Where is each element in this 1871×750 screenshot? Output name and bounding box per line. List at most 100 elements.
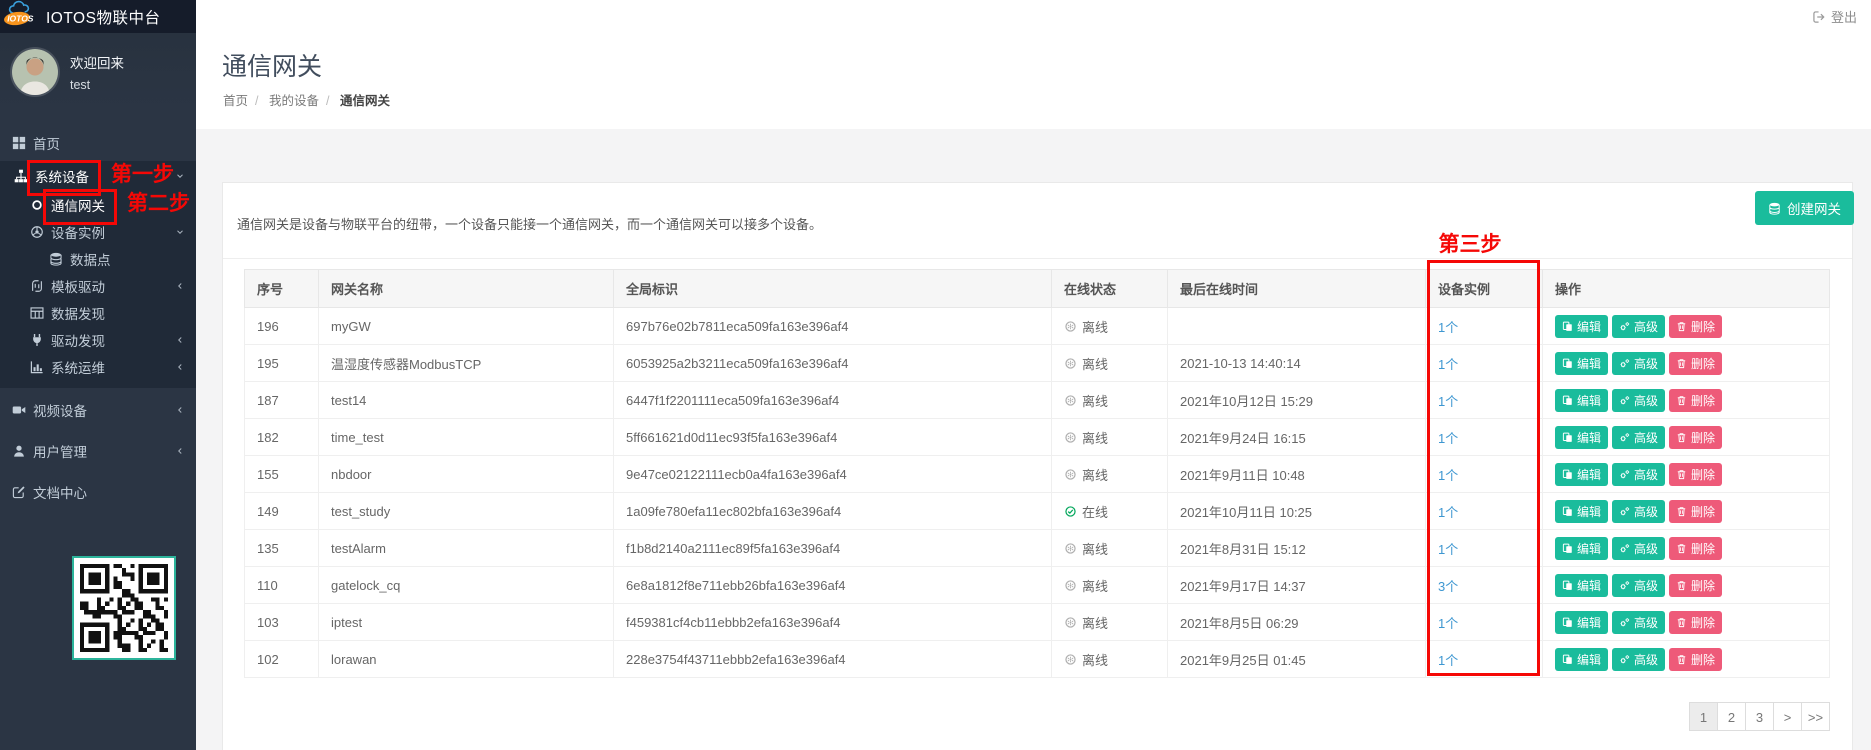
- cell-instances: 1个: [1425, 529, 1543, 567]
- sidebar-item-doc-center[interactable]: 文档中心: [0, 473, 196, 511]
- status-online-icon: [1064, 505, 1077, 518]
- cell-status: 离线: [1051, 344, 1168, 382]
- breadcrumb-my-devices[interactable]: 我的设备: [269, 94, 319, 108]
- page-button->[interactable]: >: [1773, 702, 1802, 731]
- sidebar-item-label: 系统设备: [35, 170, 89, 185]
- sidebar-item-label: 模板驱动: [51, 279, 105, 295]
- delete-button[interactable]: 删除: [1669, 573, 1723, 597]
- sign-out-icon: [1812, 10, 1826, 24]
- page-button-1[interactable]: 1: [1689, 702, 1718, 731]
- sitemap-icon: [13, 169, 28, 183]
- welcome-text: 欢迎回来: [70, 56, 124, 71]
- delete-button[interactable]: 删除: [1669, 314, 1723, 338]
- trash-icon: [1676, 432, 1687, 443]
- advanced-button[interactable]: 高级: [1612, 647, 1666, 671]
- delete-button[interactable]: 删除: [1669, 499, 1723, 523]
- column-header-2: 全局标识: [613, 269, 1052, 308]
- sidebar-item-label: 数据发现: [51, 306, 105, 322]
- sidebar-item-driver-discovery[interactable]: 驱动发现: [0, 326, 196, 353]
- gears-icon: [1619, 580, 1630, 591]
- sidebar-item-data-discovery[interactable]: 数据发现: [0, 299, 196, 326]
- instance-count-link[interactable]: 1个: [1438, 653, 1458, 668]
- cell-guid: 1a09fe780efa11ec802bfa163e396af4: [613, 492, 1052, 530]
- delete-button[interactable]: 删除: [1669, 388, 1723, 412]
- advanced-button[interactable]: 高级: [1612, 462, 1666, 486]
- advanced-button[interactable]: 高级: [1612, 499, 1666, 523]
- advanced-button[interactable]: 高级: [1612, 536, 1666, 560]
- page-button-2[interactable]: 2: [1717, 702, 1746, 731]
- delete-button[interactable]: 删除: [1669, 647, 1723, 671]
- cell-instances: 1个: [1425, 640, 1543, 678]
- sidebar-group-system-devices: 系统设备通信网关设备实例 数据点模板驱动数据发现驱动发现 系统运维: [0, 161, 196, 388]
- gears-icon: [1619, 432, 1630, 443]
- advanced-button[interactable]: 高级: [1612, 573, 1666, 597]
- paste-icon: [1562, 617, 1573, 628]
- delete-button[interactable]: 删除: [1669, 462, 1723, 486]
- edit-button[interactable]: 编辑: [1555, 573, 1609, 597]
- edit-button[interactable]: 编辑: [1555, 647, 1609, 671]
- status-offline-icon: [1064, 542, 1077, 555]
- sidebar-item-template-driver[interactable]: 模板驱动: [0, 272, 196, 299]
- sidebar-item-data-points[interactable]: 数据点: [0, 245, 196, 272]
- page-button->>[interactable]: >>: [1801, 702, 1830, 731]
- create-gateway-button[interactable]: 创建网关: [1755, 191, 1854, 225]
- instance-count-link[interactable]: 1个: [1438, 616, 1458, 631]
- sidebar-item-label: 通信网关: [51, 198, 105, 214]
- chevron-down-icon: [175, 227, 185, 237]
- cell-last-online: 2021年9月24日 16:15: [1167, 418, 1426, 456]
- circle-icon: [29, 198, 44, 212]
- cell-status: 离线: [1051, 640, 1168, 678]
- advanced-button[interactable]: 高级: [1612, 425, 1666, 449]
- delete-button[interactable]: 删除: [1669, 425, 1723, 449]
- page-button-3[interactable]: 3: [1745, 702, 1774, 731]
- edit-button[interactable]: 编辑: [1555, 388, 1609, 412]
- edit-button[interactable]: 编辑: [1555, 425, 1609, 449]
- page-title: 通信网关: [222, 53, 323, 81]
- cell-instances: 3个: [1425, 566, 1543, 604]
- delete-button[interactable]: 删除: [1669, 536, 1723, 560]
- cell-seq: 196: [244, 307, 319, 345]
- edit-button[interactable]: 编辑: [1555, 536, 1609, 560]
- instance-count-link[interactable]: 1个: [1438, 431, 1458, 446]
- advanced-button[interactable]: 高级: [1612, 610, 1666, 634]
- cell-last-online: 2021-10-13 14:40:14: [1167, 344, 1426, 382]
- cell-actions: 编辑 高级 删除: [1542, 529, 1830, 567]
- instance-count-link[interactable]: 1个: [1438, 394, 1458, 409]
- advanced-button[interactable]: 高级: [1612, 388, 1666, 412]
- edit-button[interactable]: 编辑: [1555, 351, 1609, 375]
- cell-gateway-name: test14: [318, 381, 614, 419]
- cell-last-online: 2021年10月12日 15:29: [1167, 381, 1426, 419]
- instance-count-link[interactable]: 1个: [1438, 357, 1458, 372]
- sidebar-item-user-management[interactable]: 用户管理: [0, 432, 196, 470]
- delete-button[interactable]: 删除: [1669, 351, 1723, 375]
- cell-instances: 1个: [1425, 455, 1543, 493]
- sidebar-item-device-instances[interactable]: 设备实例: [0, 218, 196, 245]
- brand[interactable]: IOTOS IOTOS物联中台: [0, 0, 196, 33]
- advanced-button[interactable]: 高级: [1612, 314, 1666, 338]
- sidebar-item-system-devices[interactable]: 系统设备: [0, 161, 196, 191]
- edit-button[interactable]: 编辑: [1555, 314, 1609, 338]
- advanced-button[interactable]: 高级: [1612, 351, 1666, 375]
- cell-seq: 135: [244, 529, 319, 567]
- trash-icon: [1676, 469, 1687, 480]
- edit-button[interactable]: 编辑: [1555, 462, 1609, 486]
- table-row: 110 gatelock_cq 6e8a1812f8e711ebb26bfa163e…: [244, 566, 1830, 604]
- breadcrumb-home[interactable]: 首页: [223, 94, 248, 108]
- edit-button[interactable]: 编辑: [1555, 499, 1609, 523]
- sidebar-item-video-devices[interactable]: 视频设备: [0, 391, 196, 429]
- sidebar-item-comm-gateway[interactable]: 通信网关: [0, 191, 196, 218]
- delete-button[interactable]: 删除: [1669, 610, 1723, 634]
- cell-guid: 697b76e02b7811eca509fa163e396af4: [613, 307, 1052, 345]
- instance-count-link[interactable]: 1个: [1438, 468, 1458, 483]
- logout-button[interactable]: 登出: [1812, 0, 1857, 33]
- instance-count-link[interactable]: 1个: [1438, 505, 1458, 520]
- edit-icon: [11, 485, 26, 499]
- sidebar-item-home[interactable]: 首页: [0, 125, 196, 161]
- instance-count-link[interactable]: 1个: [1438, 320, 1458, 335]
- instance-count-link[interactable]: 3个: [1438, 579, 1458, 594]
- instance-count-link[interactable]: 1个: [1438, 542, 1458, 557]
- cell-seq: 187: [244, 381, 319, 419]
- edit-button[interactable]: 编辑: [1555, 610, 1609, 634]
- cell-last-online: 2021年10月11日 10:25: [1167, 492, 1426, 530]
- sidebar-item-system-ops[interactable]: 系统运维: [0, 353, 196, 380]
